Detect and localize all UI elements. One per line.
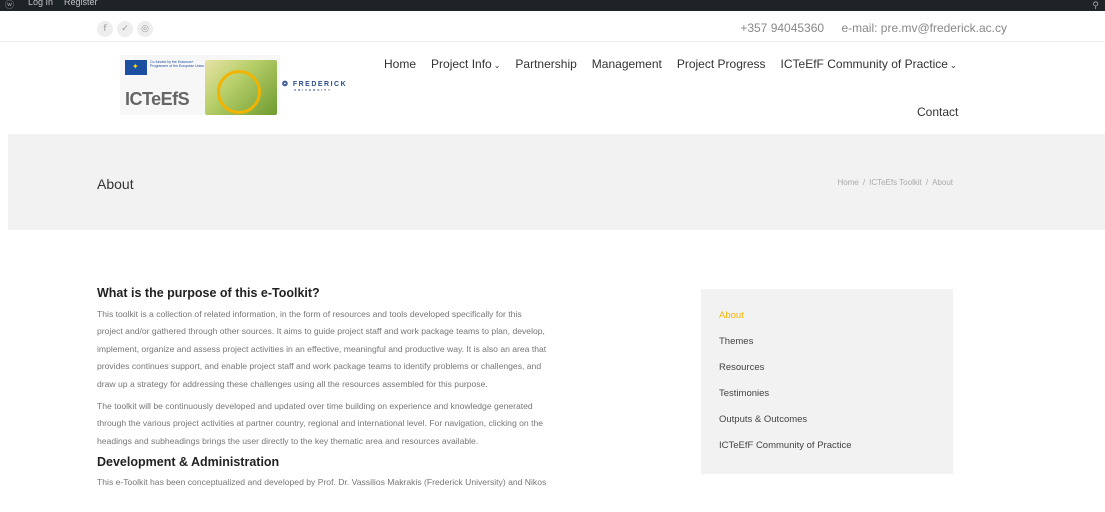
- page: ⓦ Log In Register ⚲ f ✓ ◎ +357 94045360 …: [0, 0, 1105, 512]
- phone-number: +357 94045360: [740, 21, 825, 35]
- nav-label: Management: [591, 57, 662, 71]
- breadcrumb-toolkit[interactable]: ICTeEfs Toolkit: [869, 178, 922, 187]
- admin-bar: ⓦ Log In Register ⚲: [0, 0, 1105, 11]
- sidebar-item-about[interactable]: About: [719, 307, 953, 333]
- instagram-icon[interactable]: ◎: [137, 21, 153, 37]
- paragraph-navigation: The toolkit will be continuously develop…: [97, 398, 667, 450]
- search-icon[interactable]: ⚲: [1092, 0, 1099, 11]
- text-line: This toolkit is a collection of related …: [97, 309, 522, 319]
- top-bar: f ✓ ◎ +357 94045360 e-mail: pre.mv@frede…: [0, 11, 1105, 41]
- nav-item-partnership[interactable]: Partnership: [515, 57, 576, 71]
- project-emblem-icon: [205, 60, 277, 115]
- site-logo[interactable]: Co-funded by the Erasmus+ Programme of t…: [120, 55, 280, 115]
- text-line: implement, organize and assess project a…: [97, 343, 547, 354]
- nav-label: Project Info: [431, 57, 492, 71]
- twitter-icon[interactable]: ✓: [117, 21, 133, 37]
- breadcrumb-separator: /: [862, 178, 866, 187]
- nav-label: ICTeEfF Community of Practice: [780, 57, 948, 71]
- text-line: provides continues support, and enable p…: [97, 361, 542, 372]
- nav-item-contact[interactable]: Contact: [917, 105, 958, 119]
- chevron-down-icon: ⌄: [949, 61, 957, 70]
- sidebar-item-resources[interactable]: Resources: [719, 359, 953, 385]
- eu-flag-icon: [125, 60, 147, 75]
- nav-item-community[interactable]: ICTeEfF Community of Practice ⌄: [781, 57, 957, 71]
- breadcrumb-separator: /: [925, 178, 929, 187]
- section-heading-development: Development & Administration: [97, 455, 280, 470]
- text-line: This e-Toolkit has been conceptualized a…: [97, 477, 547, 488]
- page-title-bar: About Home / ICTeEfs Toolkit / About: [8, 134, 1105, 230]
- register-link[interactable]: Register: [64, 0, 98, 8]
- breadcrumb-current: About: [932, 178, 953, 187]
- text-line: headings and subheadings brings the user…: [97, 435, 479, 446]
- main-nav: Home Project Info ⌄ Partnership Managemen…: [384, 57, 957, 71]
- text-line: draw up a strategy for addressing these …: [97, 378, 488, 389]
- sidebar-nav: About Themes Resources Testimonies Outpu…: [701, 289, 953, 474]
- sidebar-item-themes[interactable]: Themes: [719, 333, 953, 359]
- section-heading-purpose: What is the purpose of this e-Toolkit?: [97, 286, 320, 300]
- site-header: Co-funded by the Erasmus+ Programme of t…: [0, 41, 1105, 134]
- logo-brand-text: ICTeEfS: [125, 89, 190, 109]
- partner-logo[interactable]: FREDERICK UNIVERSITY: [282, 80, 347, 92]
- paragraph-development: This e-Toolkit has been conceptualized a…: [97, 474, 667, 491]
- page-title: About: [97, 176, 134, 192]
- text-line: through the various project activities a…: [97, 418, 544, 429]
- login-link[interactable]: Log In: [28, 0, 53, 8]
- sidebar-item-community[interactable]: ICTeEfF Community of Practice: [719, 437, 953, 463]
- nav-label: Partnership: [515, 57, 577, 71]
- sidebar-item-outputs[interactable]: Outputs & Outcomes: [719, 411, 953, 437]
- nav-item-project-progress[interactable]: Project Progress: [677, 57, 766, 71]
- email-address[interactable]: e-mail: pre.mv@frederick.ac.cy: [841, 21, 1007, 35]
- partner-subtitle: UNIVERSITY: [294, 88, 333, 92]
- nav-item-home[interactable]: Home: [384, 57, 416, 71]
- text-line: The toolkit will be continuously develop…: [97, 401, 533, 412]
- nav-item-management[interactable]: Management: [592, 57, 662, 71]
- text-line: project and/or gathered through other so…: [97, 326, 545, 337]
- sidebar-item-testimonies[interactable]: Testimonies: [719, 385, 953, 411]
- social-links: f ✓ ◎: [97, 21, 153, 37]
- nav-label: Home: [384, 57, 417, 71]
- wordpress-icon[interactable]: ⓦ: [5, 0, 14, 11]
- facebook-icon[interactable]: f: [97, 21, 113, 37]
- partner-name: FREDERICK: [292, 81, 348, 88]
- breadcrumb-home[interactable]: Home: [838, 178, 859, 187]
- breadcrumb: Home / ICTeEfs Toolkit / About: [838, 178, 953, 187]
- main-content: What is the purpose of this e-Toolkit? T…: [97, 286, 667, 497]
- chevron-down-icon: ⌄: [493, 61, 501, 70]
- paragraph-purpose: This toolkit is a collection of related …: [97, 306, 667, 393]
- eu-funding-text: Co-funded by the Erasmus+ Programme of t…: [150, 60, 205, 68]
- nav-item-project-info[interactable]: Project Info ⌄: [431, 57, 500, 71]
- contact-info: +357 94045360 e-mail: pre.mv@frederick.a…: [740, 21, 1007, 35]
- nav-label: Project Progress: [676, 57, 766, 71]
